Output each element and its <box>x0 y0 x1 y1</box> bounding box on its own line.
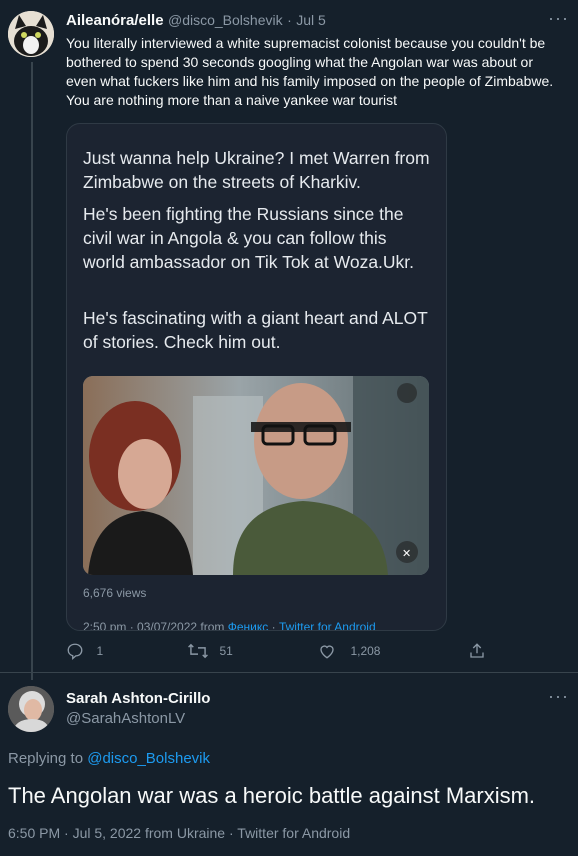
like-count: 1,208 <box>350 644 381 658</box>
embedded-paragraph: Just wanna help Ukraine? I met Warren fr… <box>83 148 430 192</box>
share-icon <box>470 643 484 658</box>
tweet-date[interactable]: Jul 5 <box>296 12 326 28</box>
embedded-location-link[interactable]: Феникс <box>228 620 269 630</box>
embedded-timestamp: 2:50 pm · 03/07/2022 from <box>83 620 228 631</box>
view-count: 6,676 views <box>83 586 147 600</box>
retweet-icon <box>188 643 208 659</box>
like-button[interactable]: 1,208 <box>318 642 380 660</box>
replying-label: Replying to <box>8 750 88 767</box>
person-avatar-icon <box>8 686 54 732</box>
replying-to: Replying to @disco_Bolshevik <box>8 750 210 767</box>
dot-separator: · <box>287 12 292 28</box>
reply-icon <box>67 643 83 660</box>
divider <box>0 672 578 673</box>
replying-handle-link[interactable]: @disco_Bolshevik <box>87 750 210 767</box>
retweet-button[interactable]: 51 <box>187 642 233 660</box>
video-frame: ✕ <box>83 376 429 575</box>
reply-button[interactable]: 1 <box>66 642 103 660</box>
avatar[interactable] <box>8 11 54 57</box>
tweet-text: The Angolan war was a heroic battle agai… <box>8 783 536 808</box>
more-options-icon[interactable]: ··· <box>548 686 569 707</box>
embedded-tweet-image[interactable]: Just wanna help Ukraine? I met Warren fr… <box>66 123 447 631</box>
display-name[interactable]: Aileanóra/elle <box>66 12 164 29</box>
retweet-count: 51 <box>219 644 233 658</box>
embedded-client-link[interactable]: Twitter for Android <box>279 620 376 630</box>
embedded-footer-sep: · <box>268 620 279 631</box>
embedded-footer: 2:50 pm · 03/07/2022 from Феникс · Twitt… <box>83 620 376 631</box>
more-options-icon[interactable]: ··· <box>548 8 569 29</box>
svg-text:✕: ✕ <box>402 547 411 560</box>
user-handle[interactable]: @disco_Bolshevik <box>168 12 283 28</box>
display-name[interactable]: Sarah Ashton-Cirillo <box>66 690 210 707</box>
user-handle[interactable]: @SarahAshtonLV <box>66 710 185 727</box>
tweet-text: You literally interviewed a white suprem… <box>66 35 554 108</box>
tweet-actions: 1 51 1,208 <box>66 642 496 664</box>
embedded-paragraph: He's been fighting the Russians since th… <box>83 204 415 272</box>
embedded-video[interactable]: ✕ <box>83 376 429 575</box>
avatar[interactable] <box>8 686 54 732</box>
share-button[interactable] <box>468 642 486 665</box>
embedded-paragraph: He's fascinating with a giant heart and … <box>83 308 428 352</box>
reply-count: 1 <box>96 644 104 658</box>
heart-icon <box>320 645 334 659</box>
tweet-meta[interactable]: 6:50 PM · Jul 5, 2022 from Ukraine · Twi… <box>8 825 350 841</box>
cat-avatar-icon <box>8 11 54 57</box>
thread-line <box>31 62 33 680</box>
